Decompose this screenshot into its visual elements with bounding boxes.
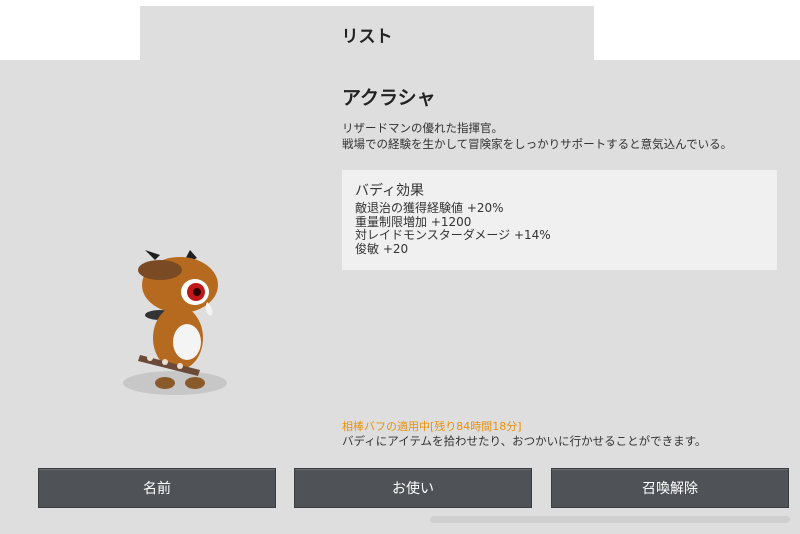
tab-list[interactable]: リスト: [140, 6, 594, 62]
rename-button[interactable]: 名前: [38, 468, 276, 508]
buddy-effect-title: バディ効果: [355, 183, 425, 199]
character-description: リザードマンの優れた指揮官。 戦場での経験を生かして冒険家をしっかりサポートする…: [342, 120, 732, 152]
description-line: リザードマンの優れた指揮官。: [342, 121, 503, 135]
character-name: アクラシャ: [342, 87, 436, 109]
buddy-effect-item: 対レイドモンスターダメージ +14%: [355, 228, 551, 242]
horizontal-scrollbar[interactable]: [430, 516, 790, 523]
buddy-character-image: [115, 240, 245, 400]
description-line: 戦場での経験を生かして冒険家をしっかりサポートすると意気込んでいる。: [342, 137, 733, 151]
buddy-effect-item: 俊敏 +20: [355, 241, 409, 256]
buddy-effect-item: 重量制限増加 +1200: [355, 214, 472, 229]
errand-button[interactable]: お使い: [294, 468, 532, 508]
buddy-hint: バディにアイテムを拾わせたり、おつかいに行かせることができます。: [342, 434, 707, 448]
buff-status: 相棒バフの適用中[残り84時間18分]: [342, 420, 522, 433]
buddy-effect-list: 敵退治の獲得経験値 +20% 重量制限増加 +1200 対レイドモンスターダメー…: [355, 201, 551, 256]
buddy-effect-item: 敵退治の獲得経験値 +20%: [355, 201, 504, 215]
buddy-effect-box: バディ効果 敵退治の獲得経験値 +20% 重量制限増加 +1200 対レイドモン…: [342, 170, 777, 270]
release-summon-button[interactable]: 召喚解除: [551, 468, 789, 508]
tab-list-label: リスト: [341, 26, 393, 47]
